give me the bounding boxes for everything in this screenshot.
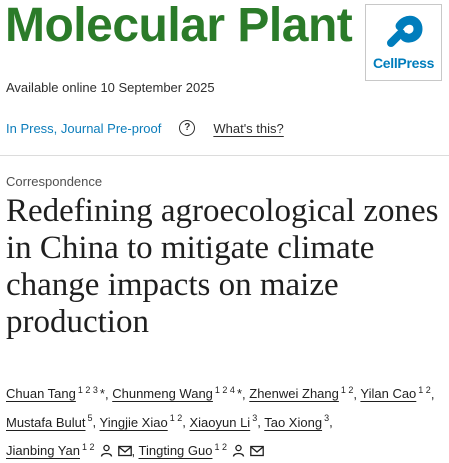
- affiliation-refs: 1 2: [81, 441, 95, 452]
- affiliation-refs: 1 2 3: [77, 385, 98, 395]
- author-name[interactable]: Yingjie Xiao: [100, 415, 168, 430]
- question-circle-icon[interactable]: ?: [179, 120, 196, 136]
- author-item[interactable]: Xiaoyun Li 3: [189, 413, 257, 430]
- article-type: Correspondence: [6, 174, 103, 189]
- availability-date: Available online 10 September 2025: [6, 80, 215, 95]
- author-item[interactable]: Chuan Tang 1 2 3 *: [6, 385, 105, 401]
- whats-this-link[interactable]: What's this?: [213, 121, 283, 136]
- author-separator: ,: [257, 414, 261, 430]
- affiliation-refs: 1 2: [214, 441, 227, 452]
- email-icon[interactable]: [117, 445, 132, 457]
- journal-title[interactable]: Molecular Plant: [5, 0, 353, 53]
- author-name[interactable]: Zhenwei Zhang: [249, 386, 339, 401]
- author-separator: ,: [131, 442, 136, 458]
- affiliation-refs: 1 2: [169, 413, 183, 424]
- author-item[interactable]: Zhenwei Zhang 1 2: [249, 385, 354, 401]
- author-separator: ,: [182, 414, 186, 430]
- author-name[interactable]: Mustafa Bulut: [6, 415, 86, 430]
- section-divider: [0, 155, 449, 156]
- author-item[interactable]: Tingting Guo 1 2: [139, 441, 264, 458]
- journal-pre-proof-link[interactable]: In Press, Journal Pre-proof: [6, 121, 161, 136]
- affiliation-refs: 1 2: [340, 385, 354, 395]
- author-name[interactable]: Chunmeng Wang: [112, 386, 213, 401]
- person-icon[interactable]: [100, 444, 113, 457]
- affiliation-refs: 1 2 4: [214, 385, 235, 395]
- author-item[interactable]: Yingjie Xiao 1 2: [100, 413, 183, 430]
- author-name[interactable]: Yilan Cao: [360, 386, 416, 401]
- author-item[interactable]: Tao Xiong 3: [264, 413, 329, 430]
- affiliation-refs: 1 2: [418, 385, 431, 395]
- author-separator: ,: [353, 386, 358, 402]
- author-separator: ,: [104, 386, 109, 402]
- cellpress-logo-text: CellPress: [372, 55, 435, 71]
- author-name[interactable]: Tao Xiong: [264, 415, 322, 430]
- cellpress-logo[interactable]: CellPress: [365, 4, 442, 81]
- author-separator: ,: [92, 414, 97, 430]
- author-name[interactable]: Tingting Guo: [139, 443, 213, 458]
- author-name[interactable]: Chuan Tang: [6, 386, 76, 401]
- author-list: Chuan Tang 1 2 3 *, Chunmeng Wang 1 2 4 *, Z…: [6, 378, 446, 463]
- author-separator: ,: [242, 386, 246, 402]
- article-status-row: In Press, Journal Pre-proof ? What's thi…: [6, 120, 284, 136]
- author-item[interactable]: Chunmeng Wang 1 2 4 *: [112, 385, 242, 401]
- author-name[interactable]: Xiaoyun Li: [189, 415, 250, 430]
- article-title: Redefining agroecological zones in China…: [6, 193, 439, 340]
- author-separator: ,: [329, 414, 333, 430]
- email-icon[interactable]: [250, 445, 264, 457]
- author-separator: ,: [430, 386, 435, 402]
- author-item[interactable]: Jianbing Yan 1 2: [6, 441, 132, 458]
- author-item[interactable]: Mustafa Bulut 5: [6, 413, 93, 430]
- cellpress-logo-mark: [386, 15, 423, 47]
- author-name[interactable]: Jianbing Yan: [6, 443, 80, 458]
- author-item[interactable]: Yilan Cao 1 2: [360, 385, 431, 401]
- person-icon[interactable]: [232, 444, 245, 457]
